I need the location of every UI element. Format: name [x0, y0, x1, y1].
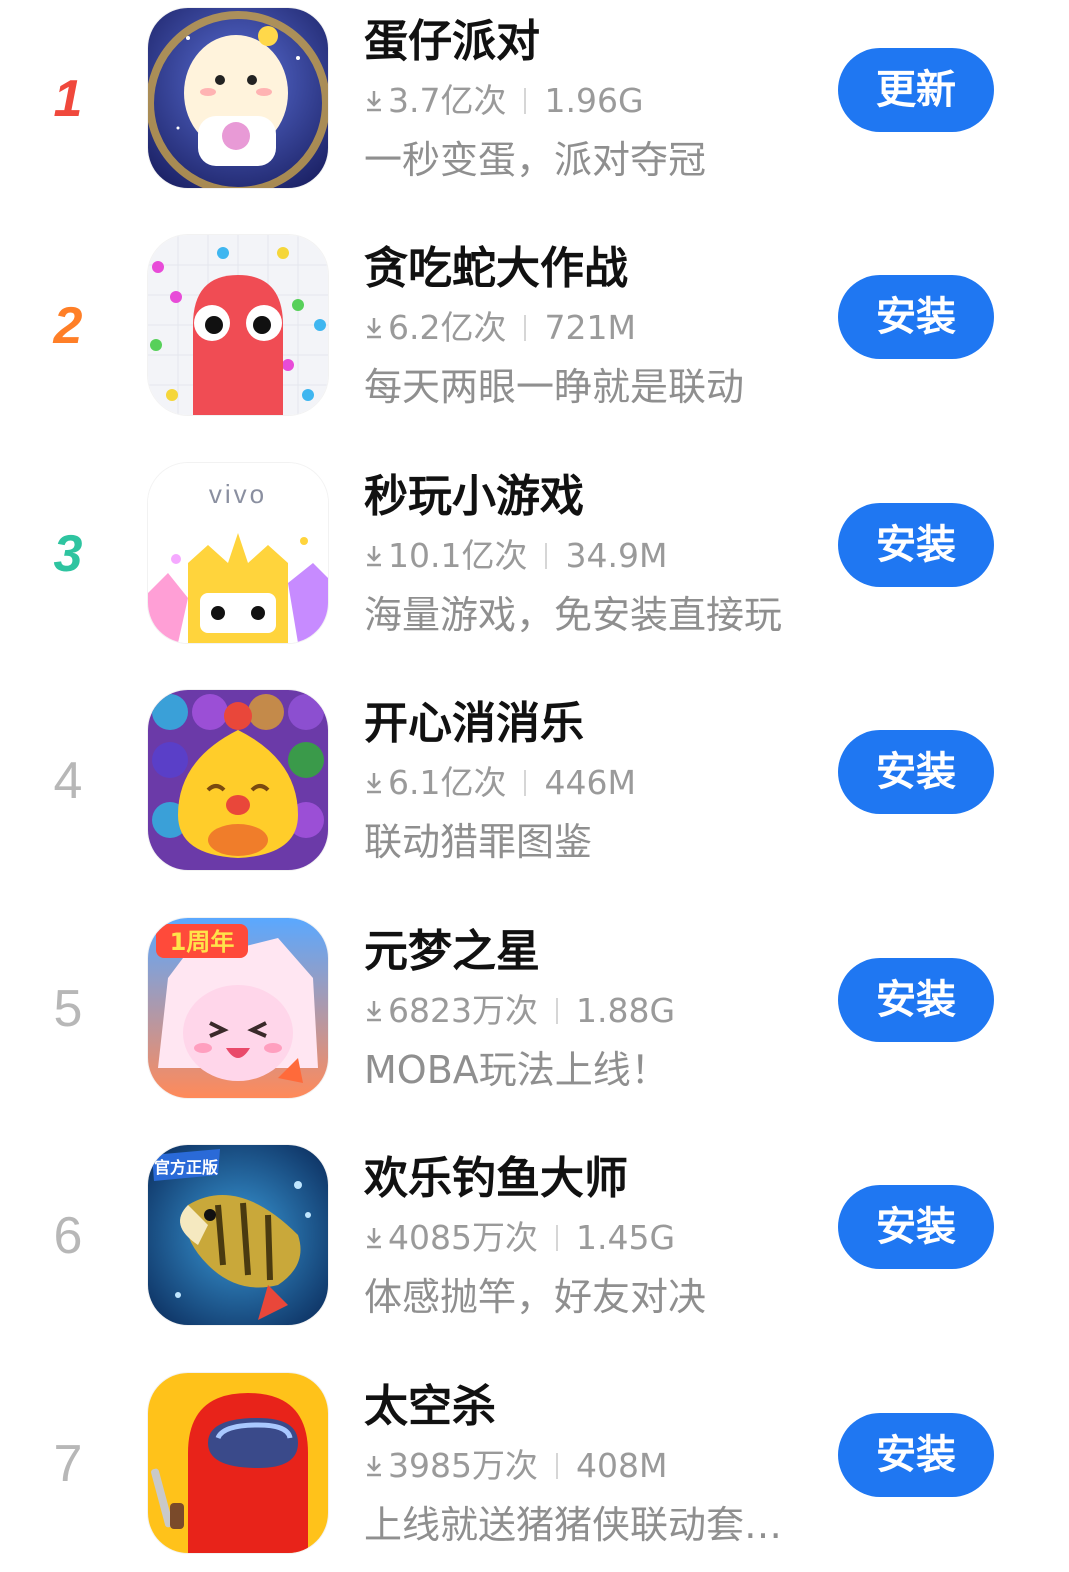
list-item[interactable]: 4 开心消消乐 6.1亿次 446M 联动猎罪图鉴 安装	[0, 682, 1069, 909]
rank-number: 3	[53, 525, 83, 583]
download-icon	[367, 1001, 381, 1022]
happy-match-icon[interactable]	[148, 690, 328, 870]
app-name: 贪吃蛇大作战	[364, 243, 628, 294]
app-description: 一秒变蛋，派对夺冠	[364, 138, 707, 182]
vivo-minigame-icon[interactable]: vivo	[148, 463, 328, 643]
list-item[interactable]: 5 1周年 元梦之星 6823万次 1.88G MOBA玩法上线！ 安装	[0, 910, 1069, 1137]
divider	[524, 315, 527, 341]
download-icon	[367, 91, 381, 112]
download-count: 6823万次	[388, 991, 538, 1030]
download-icon	[367, 1228, 381, 1249]
file-size: 408M	[575, 1446, 668, 1485]
space-kill-icon[interactable]	[148, 1373, 328, 1553]
download-count: 6.2亿次	[388, 308, 507, 347]
app-description: MOBA玩法上线！	[364, 1048, 669, 1092]
fishing-icon[interactable]: 官方正版	[148, 1145, 328, 1325]
divider	[555, 1453, 558, 1479]
install-button[interactable]: 安装	[838, 958, 994, 1042]
download-icon	[367, 318, 381, 339]
app-description: 海量游戏，免安装直接玩	[364, 593, 783, 637]
download-count: 10.1亿次	[388, 536, 528, 575]
download-count: 3.7亿次	[388, 81, 507, 120]
divider	[524, 770, 527, 796]
dream-star-icon[interactable]: 1周年	[148, 918, 328, 1098]
file-size: 446M	[544, 763, 636, 802]
app-ranking-list: 1 蛋仔派对 3.7亿次 1.96G 一秒变蛋，派对夺冠 更新 2 贪吃蛇大作战…	[0, 0, 1069, 1572]
divider	[555, 998, 558, 1024]
app-name: 欢乐钓鱼大师	[364, 1153, 628, 1204]
app-meta: 6.2亿次 721M	[364, 305, 804, 351]
app-description: 联动猎罪图鉴	[364, 820, 593, 864]
app-description: 每天两眼一睁就是联动	[364, 365, 745, 409]
file-size: 34.9M	[565, 536, 668, 575]
download-icon	[367, 1456, 381, 1477]
rank-number: 1	[53, 70, 83, 128]
official-badge-text: 官方正版	[154, 1158, 218, 1177]
app-meta: 3.7亿次 1.96G	[364, 78, 804, 124]
app-name: 秒玩小游戏	[364, 471, 584, 522]
list-item[interactable]: 2 贪吃蛇大作战 6.2亿次 721M 每天两眼一睁就是联动 安装	[0, 227, 1069, 454]
snake-icon[interactable]	[148, 235, 328, 415]
rank-number: 4	[53, 752, 83, 810]
rank-number: 2	[53, 297, 83, 355]
update-button[interactable]: 更新	[838, 48, 994, 132]
app-meta: 6.1亿次 446M	[364, 760, 804, 806]
install-button[interactable]: 安装	[838, 275, 994, 359]
download-count: 3985万次	[388, 1446, 538, 1485]
app-meta: 6823万次 1.88G	[364, 988, 804, 1034]
rank-number: 5	[53, 980, 83, 1038]
app-meta: 3985万次 408M	[364, 1443, 804, 1489]
rank-number: 7	[53, 1435, 83, 1493]
vivo-logo-text: vivo	[209, 479, 267, 509]
divider	[524, 88, 527, 114]
download-count: 4085万次	[388, 1218, 538, 1257]
install-button[interactable]: 安装	[838, 1185, 994, 1269]
file-size: 1.96G	[544, 81, 644, 120]
install-button[interactable]: 安装	[838, 1413, 994, 1497]
app-name: 元梦之星	[364, 926, 540, 977]
app-description: 体感抛竿，好友对决	[364, 1275, 707, 1319]
app-name: 太空杀	[364, 1381, 496, 1432]
rank-number: 6	[53, 1207, 83, 1265]
divider	[555, 1225, 558, 1251]
app-name: 蛋仔派对	[364, 16, 540, 67]
install-button[interactable]: 安装	[838, 730, 994, 814]
download-icon	[367, 773, 381, 794]
file-size: 1.45G	[575, 1218, 676, 1257]
list-item[interactable]: 1 蛋仔派对 3.7亿次 1.96G 一秒变蛋，派对夺冠 更新	[0, 0, 1069, 227]
download-count: 6.1亿次	[388, 763, 507, 802]
divider	[545, 543, 548, 569]
file-size: 1.88G	[575, 991, 676, 1030]
list-item[interactable]: 3 vivo 秒玩小游戏 10.1亿次 34.9M 海量游戏，免安装直接玩 安装	[0, 455, 1069, 682]
app-name: 开心消消乐	[364, 698, 584, 749]
list-item[interactable]: 7 太空杀 3985万次 408M 上线就送猪猪侠联动套… 安装	[0, 1365, 1069, 1572]
list-item[interactable]: 6 官方正版 欢乐钓鱼大师 4085万次 1.45G 体感抛竿，好友对决 安装	[0, 1137, 1069, 1364]
app-meta: 4085万次 1.45G	[364, 1215, 804, 1261]
eggy-party-icon[interactable]	[148, 8, 328, 188]
anniversary-badge-text: 1周年	[170, 928, 235, 956]
app-meta: 10.1亿次 34.9M	[364, 533, 804, 579]
app-description: 上线就送猪猪侠联动套…	[364, 1503, 783, 1547]
file-size: 721M	[544, 308, 636, 347]
download-icon	[367, 546, 381, 567]
install-button[interactable]: 安装	[838, 503, 994, 587]
